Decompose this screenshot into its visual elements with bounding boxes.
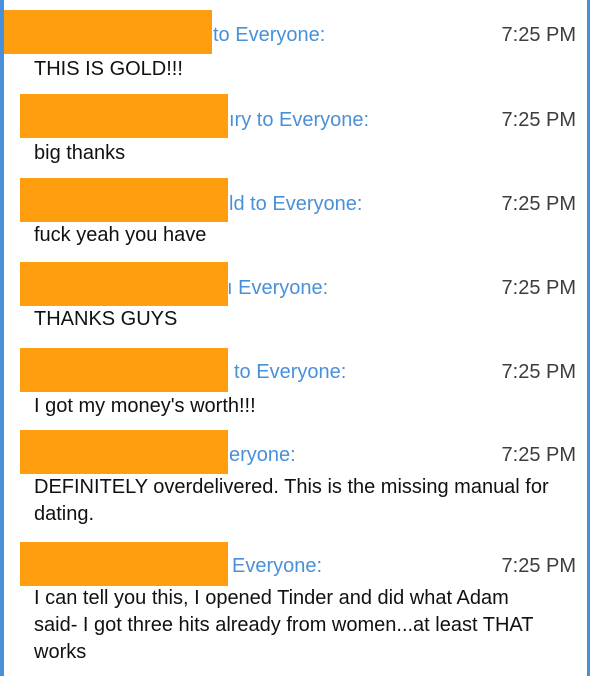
- chat-message: Everyone: 7:25 PM I can tell you this, I…: [0, 538, 590, 676]
- sender-recipient[interactable]: ı Everyone:: [227, 275, 328, 301]
- message-time: 7:25 PM: [501, 193, 576, 215]
- message-time: 7:25 PM: [501, 109, 576, 131]
- redacted-sender-name: [20, 348, 228, 392]
- message-time: 7:25 PM: [501, 277, 576, 299]
- redacted-sender-name: [4, 10, 212, 54]
- message-text: I got my money's worth!!!: [34, 395, 256, 417]
- sender-recipient[interactable]: Everyone:: [232, 553, 322, 579]
- chat-message: ı Everyone: 7:25 PM THANKS GUYS: [0, 258, 590, 342]
- redacted-sender-name: [20, 430, 228, 474]
- message-time: 7:25 PM: [501, 24, 576, 46]
- sender-recipient[interactable]: eryone:: [229, 442, 296, 468]
- message-text: THANKS GUYS: [34, 308, 178, 330]
- message-time: 7:25 PM: [501, 555, 576, 577]
- message-time: 7:25 PM: [501, 361, 576, 383]
- message-text: THIS IS GOLD!!!: [34, 58, 183, 80]
- redacted-sender-name: [20, 178, 228, 222]
- chat-message: ld to Everyone: 7:25 PM fuck yeah you ha…: [0, 174, 590, 258]
- redacted-sender-name: [20, 262, 228, 306]
- message-text: I can tell you this, I opened Tinder and…: [34, 587, 534, 663]
- message-text: big thanks: [34, 142, 126, 164]
- chat-message: eryone: 7:25 PM DEFINITELY overdelivered…: [0, 426, 590, 538]
- redacted-sender-name: [20, 94, 228, 138]
- sender-recipient[interactable]: ıry to Everyone:: [229, 107, 369, 133]
- message-text: DEFINITELY overdelivered. This is the mi…: [34, 476, 549, 525]
- chat-panel: to Everyone: 7:25 PM THIS IS GOLD!!! ıry…: [0, 0, 590, 676]
- sender-recipient[interactable]: to Everyone:: [213, 22, 325, 48]
- redacted-sender-name: [20, 542, 228, 586]
- sender-recipient[interactable]: ld to Everyone:: [229, 191, 362, 217]
- chat-message: to Everyone: 7:25 PM I got my money's wo…: [0, 342, 590, 426]
- message-time: 7:25 PM: [501, 444, 576, 466]
- chat-message: to Everyone: 7:25 PM THIS IS GOLD!!!: [0, 0, 590, 90]
- sender-recipient[interactable]: to Everyone:: [234, 359, 346, 385]
- chat-message: ıry to Everyone: 7:25 PM big thanks: [0, 90, 590, 174]
- message-text: fuck yeah you have: [34, 224, 207, 246]
